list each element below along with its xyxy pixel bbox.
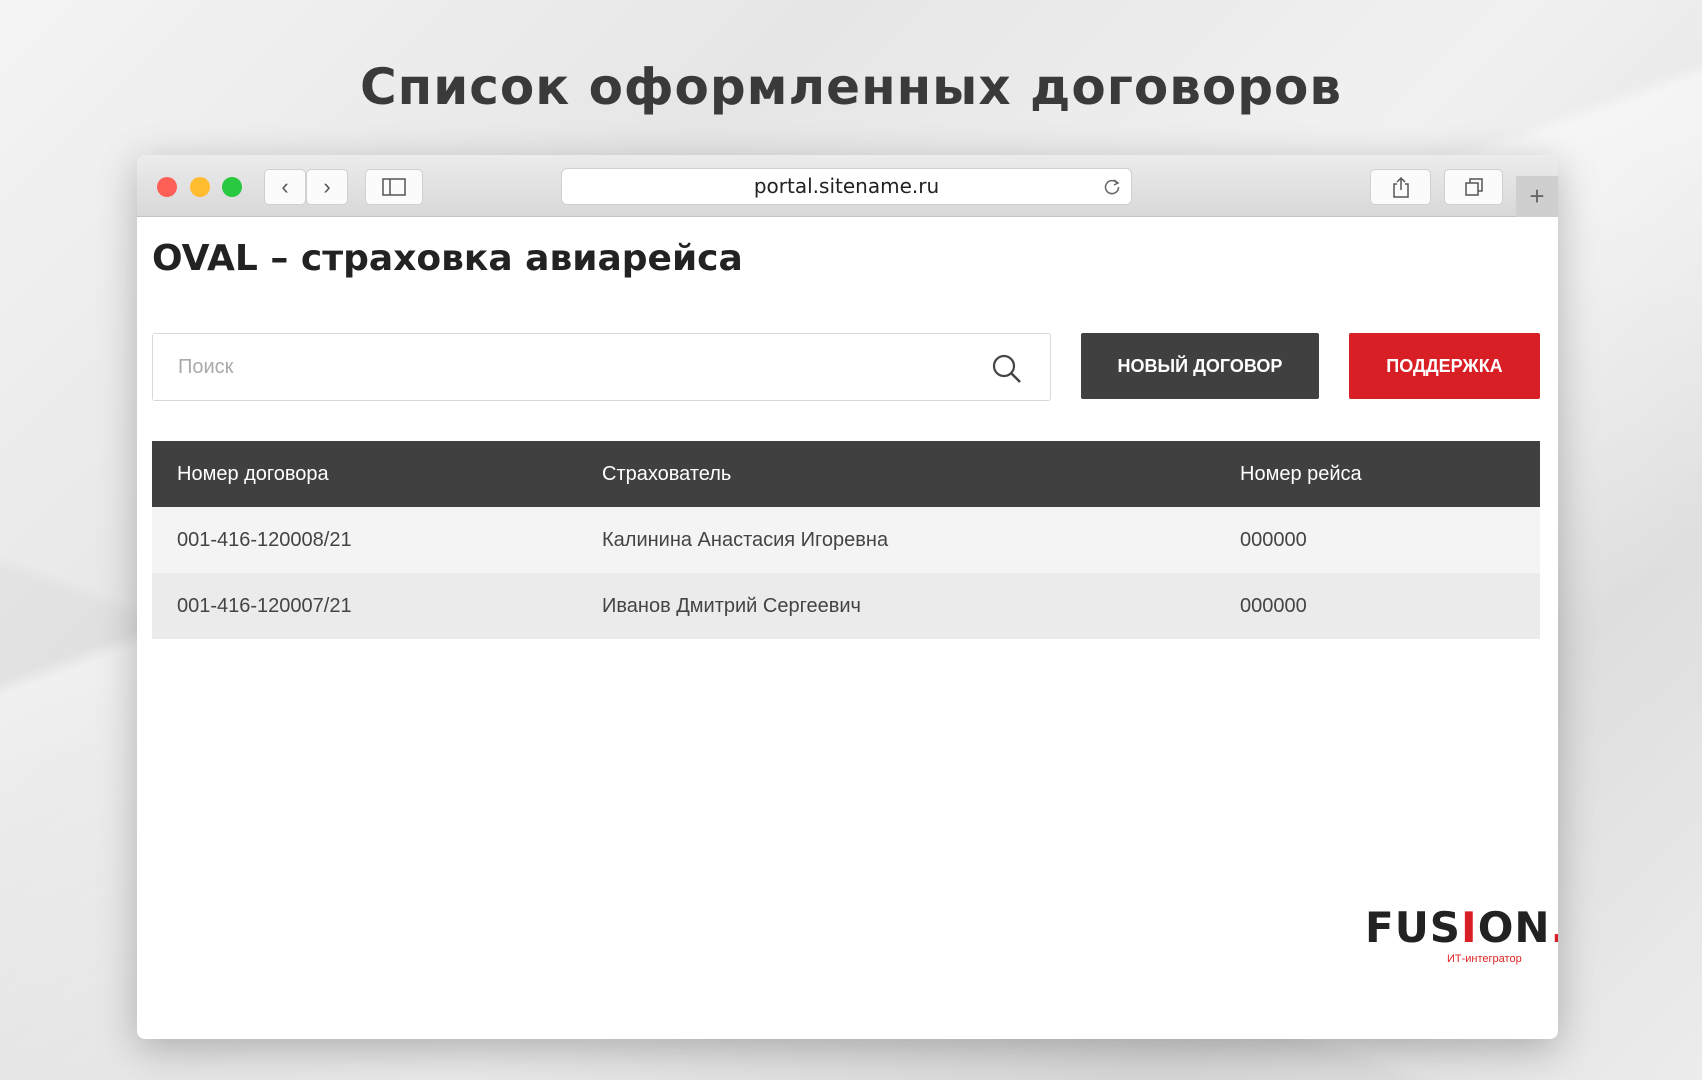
back-button[interactable]: ‹ bbox=[264, 169, 306, 205]
header-flight-number[interactable]: Номер рейса bbox=[1240, 463, 1362, 486]
tabs-button[interactable] bbox=[1444, 169, 1503, 205]
cell-insurer: Калинина Анастасия Игоревна bbox=[602, 528, 889, 551]
plus-icon: + bbox=[1529, 181, 1545, 211]
cell-contract-number: 001-416-120008/21 bbox=[177, 528, 352, 551]
header-insurer[interactable]: Страхователь bbox=[602, 463, 731, 486]
search-input[interactable] bbox=[153, 334, 953, 400]
browser-window: ‹ › portal.sitename.ru + OVAL – страховк… bbox=[137, 155, 1558, 1039]
maximize-button[interactable] bbox=[222, 177, 242, 197]
address-bar[interactable]: portal.sitename.ru bbox=[561, 168, 1132, 205]
new-tab-button[interactable]: + bbox=[1516, 176, 1558, 217]
chevron-right-icon: › bbox=[323, 174, 331, 199]
minimize-button[interactable] bbox=[190, 177, 210, 197]
header-contract-number[interactable]: Номер договора bbox=[177, 463, 329, 486]
tabs-icon bbox=[1464, 178, 1483, 196]
logo-tagline: ИТ-интегратор bbox=[1447, 953, 1522, 965]
url-text: portal.sitename.ru bbox=[753, 174, 940, 198]
forward-button[interactable]: › bbox=[306, 169, 348, 205]
cell-contract-number: 001-416-120007/21 bbox=[177, 594, 352, 617]
cell-flight-number: 000000 bbox=[1240, 594, 1307, 617]
share-icon bbox=[1392, 176, 1409, 198]
cell-flight-number: 000000 bbox=[1240, 528, 1307, 551]
sidebar-icon bbox=[382, 178, 406, 196]
contracts-table: Номер договора Страхователь Номер рейса … bbox=[152, 441, 1540, 639]
reload-icon[interactable] bbox=[1103, 178, 1121, 196]
share-button[interactable] bbox=[1370, 169, 1431, 205]
close-button[interactable] bbox=[157, 177, 177, 197]
table-header: Номер договора Страхователь Номер рейса bbox=[152, 441, 1540, 507]
table-row[interactable]: 001-416-120008/21 Калинина Анастасия Иго… bbox=[152, 507, 1540, 573]
new-contract-button[interactable]: НОВЫЙ ДОГОВОР bbox=[1081, 333, 1319, 399]
sidebar-button[interactable] bbox=[365, 169, 423, 205]
table-row[interactable]: 001-416-120007/21 Иванов Дмитрий Сергеев… bbox=[152, 573, 1540, 639]
page-title: OVAL – страховка авиарейса bbox=[152, 238, 743, 279]
browser-toolbar: ‹ › portal.sitename.ru + bbox=[137, 155, 1558, 217]
cell-insurer: Иванов Дмитрий Сергеевич bbox=[602, 594, 861, 617]
fusion-logo: FUSION. ИТ-интегратор bbox=[1365, 903, 1558, 965]
search-field[interactable] bbox=[152, 333, 1051, 401]
search-icon[interactable] bbox=[992, 354, 1022, 384]
chevron-left-icon: ‹ bbox=[281, 174, 289, 199]
support-button[interactable]: ПОДДЕРЖКА bbox=[1349, 333, 1540, 399]
headline: Список оформленных договоров bbox=[359, 58, 1343, 116]
